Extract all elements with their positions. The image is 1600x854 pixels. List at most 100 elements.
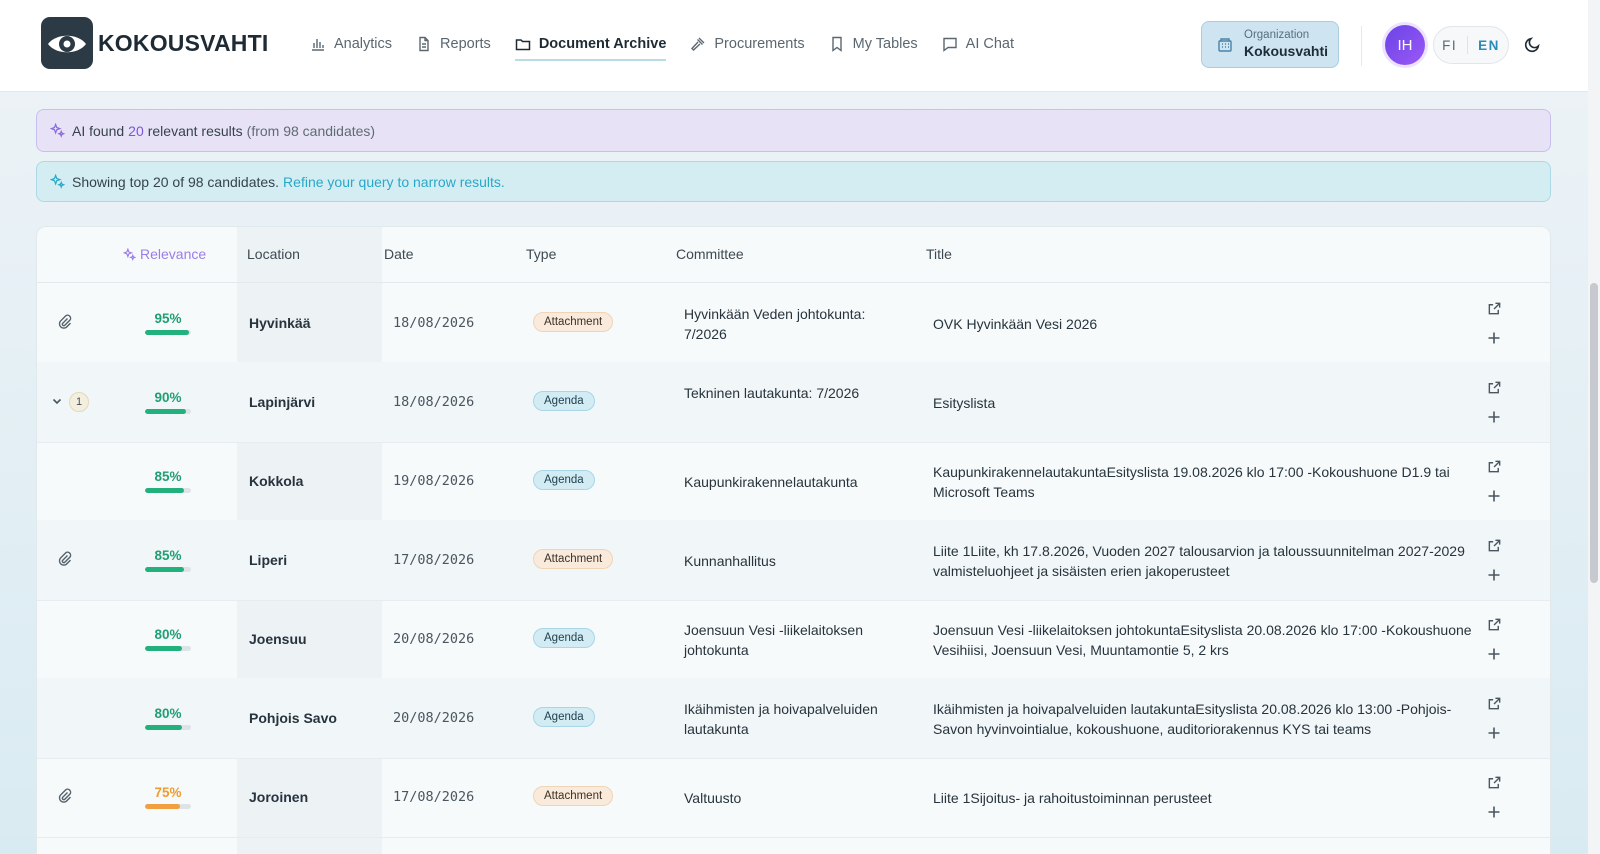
row-type: Attachment <box>533 786 614 806</box>
building-icon <box>1218 37 1232 52</box>
row-location: Kokkola <box>249 473 304 489</box>
relevance-bar-fill <box>145 725 182 730</box>
table-row[interactable]: 1 90% Lapinjärvi 18/08/2026 Agenda Tekninen l… <box>37 362 1550 443</box>
row-title[interactable]: Ikäihmisten ja hoivapalveluiden lautakun… <box>933 699 1478 739</box>
relevance-bar <box>145 330 191 335</box>
nav-procurements[interactable]: Procurements <box>690 30 805 58</box>
relevance-value: 90% <box>154 390 182 405</box>
main-nav: Analytics Reports Document Archive Procu… <box>310 30 1038 61</box>
gavel-icon <box>691 37 705 51</box>
document-icon <box>419 36 429 52</box>
relevance-bar-fill <box>145 567 185 572</box>
row-title[interactable]: Liite 1Liite, kh 17.8.2026, Vuoden 2027 … <box>933 541 1478 581</box>
theme-toggle[interactable] <box>1524 36 1541 58</box>
row-title[interactable]: OVK Hyvinkään Vesi 2026 <box>933 314 1478 334</box>
row-actions <box>1487 696 1502 743</box>
type-badge: Agenda <box>533 470 595 490</box>
relevance-bar <box>145 725 191 730</box>
open-external-button[interactable] <box>1487 617 1502 635</box>
open-external-button[interactable] <box>1487 538 1502 556</box>
language-switcher[interactable]: FI EN <box>1433 26 1509 64</box>
row-committee: Hyvinkään Veden johtokunta: 7/2026 <box>684 306 866 342</box>
add-to-table-button[interactable] <box>1487 410 1502 427</box>
header-relevance[interactable]: Relevance <box>123 246 206 262</box>
table-row[interactable]: 95% Hyvinkää 18/08/2026 Attachment Hyvinkään… <box>37 283 1550 364</box>
ai-banner-prefix: AI found <box>72 122 125 139</box>
ai-results-banner: AI found 20 relevant results (from 98 ca… <box>36 109 1551 152</box>
open-external-button[interactable] <box>1487 301 1502 319</box>
open-external-button[interactable] <box>1487 775 1502 793</box>
row-location: Liperi <box>249 552 288 568</box>
page-scrollbar[interactable] <box>1588 0 1600 854</box>
add-to-table-button[interactable] <box>1487 647 1502 664</box>
chat-icon <box>942 37 957 52</box>
row-actions <box>1487 617 1502 664</box>
external-link-icon <box>1487 302 1502 319</box>
results-table: Relevance Location Date Type Committee T… <box>36 226 1551 854</box>
organization-switcher[interactable]: Organization Kokousvahti <box>1201 21 1339 68</box>
nav-my-tables[interactable]: My Tables <box>829 30 918 58</box>
relevance-score: 80% <box>145 706 191 730</box>
relevance-bar-fill <box>145 488 185 493</box>
row-title[interactable]: Joensuun Vesi -liikelaitoksen johtokunta… <box>933 620 1478 660</box>
header-location[interactable]: Location <box>247 246 300 262</box>
lang-en[interactable]: EN <box>1478 38 1500 53</box>
row-location: Joensuu <box>249 631 307 647</box>
org-name: Kokousvahti <box>1244 43 1329 59</box>
row-committee: Valtuusto <box>684 790 742 806</box>
open-external-button[interactable] <box>1487 380 1502 398</box>
row-committee: Ikäihmisten ja hoivapalveluiden lautakun… <box>684 701 878 737</box>
paperclip-icon <box>57 551 73 570</box>
row-title[interactable]: Liite 1Sijoitus- ja rahoitustoiminnan pe… <box>933 788 1478 808</box>
refine-query-link[interactable]: Refine your query to narrow results. <box>283 174 505 190</box>
row-type: Agenda <box>533 628 595 648</box>
relevance-value: 85% <box>154 469 182 484</box>
table-row[interactable]: 75% Joroinen 17/08/2026 Attachment Valtuusto… <box>37 757 1550 838</box>
add-to-table-button[interactable] <box>1487 331 1502 348</box>
plus-icon <box>1487 727 1501 743</box>
add-to-table-button[interactable] <box>1487 489 1502 506</box>
ai-banner-candidates: (from 98 candidates) <box>246 122 376 139</box>
app-logo[interactable]: KOKOUSVAHTI <box>41 17 268 69</box>
table-row[interactable]: 80% Pohjois Savo 20/08/2026 Agenda Ikäihmist… <box>37 678 1550 759</box>
nav-ai-chat[interactable]: AI Chat <box>942 30 1014 58</box>
relevance-value: 80% <box>154 627 182 642</box>
add-to-table-button[interactable] <box>1487 805 1502 822</box>
relevance-bar-fill <box>145 646 182 651</box>
user-avatar[interactable]: IH <box>1385 25 1425 65</box>
type-badge: Agenda <box>533 628 595 648</box>
moon-icon <box>1524 37 1540 53</box>
header-date[interactable]: Date <box>384 246 414 262</box>
relevance-bar <box>145 409 191 414</box>
header-type[interactable]: Type <box>526 246 556 262</box>
row-title[interactable]: KaupunkirakennelautakuntaEsityslista 19.… <box>933 462 1478 502</box>
add-to-table-button[interactable] <box>1487 726 1502 743</box>
nav-reports[interactable]: Reports <box>416 30 491 58</box>
header-title[interactable]: Title <box>926 246 952 262</box>
nav-document-archive[interactable]: Document Archive <box>514 30 666 61</box>
nav-analytics[interactable]: Analytics <box>310 30 392 58</box>
ai-banner-suffix: relevant results <box>147 122 243 139</box>
row-title[interactable]: Esityslista <box>933 393 1478 413</box>
relevance-bar <box>145 804 191 809</box>
ai-banner-count: 20 <box>128 122 144 139</box>
row-type: Attachment <box>533 312 614 332</box>
type-badge: Attachment <box>533 786 614 806</box>
type-badge: Agenda <box>533 707 595 727</box>
row-date: 17/08/2026 <box>393 789 475 805</box>
open-external-button[interactable] <box>1487 696 1502 714</box>
external-link-icon <box>1487 697 1502 714</box>
org-label: Organization <box>1244 29 1310 42</box>
table-row[interactable]: 85% Liperi 17/08/2026 Attachment Kunnanhalli… <box>37 520 1550 601</box>
row-actions <box>1487 380 1502 427</box>
open-external-button[interactable] <box>1487 459 1502 477</box>
table-row[interactable]: 80% Joensuu 20/08/2026 Agenda Joensuun Vesi … <box>37 599 1550 680</box>
lang-fi[interactable]: FI <box>1442 38 1457 53</box>
header-committee[interactable]: Committee <box>676 246 744 262</box>
table-row[interactable]: 85% Kokkola 19/08/2026 Agenda Kaupunkirakenn… <box>37 441 1550 522</box>
scrollbar-thumb[interactable] <box>1590 283 1598 583</box>
expand-toggle[interactable]: 1 <box>51 392 89 412</box>
add-to-table-button[interactable] <box>1487 568 1502 585</box>
relevance-score: 80% <box>145 627 191 651</box>
row-date: 20/08/2026 <box>393 631 475 647</box>
